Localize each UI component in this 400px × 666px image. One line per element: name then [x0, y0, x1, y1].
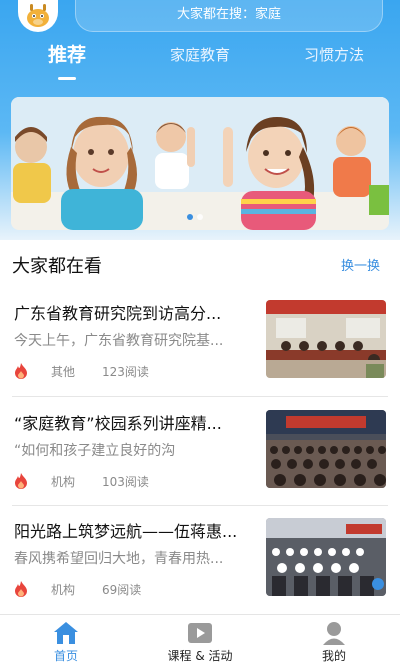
carousel-indicator [187, 205, 203, 224]
article-source: 其他 [51, 365, 76, 379]
user-icon [323, 622, 345, 645]
nav-courses-activities[interactable]: 课程 & 活动 [140, 615, 260, 666]
fire-icon [15, 473, 27, 489]
nav-home[interactable]: 首页 [6, 615, 126, 666]
nav-courses-label: 课程 & 活动 [167, 649, 233, 663]
article-title: “家庭教育”校园系列讲座精... [14, 414, 222, 433]
search-text: 大家都在搜：家庭 [176, 7, 281, 22]
article-read-count: 69阅读 [102, 583, 142, 597]
banner-carousel[interactable] [11, 97, 389, 230]
article-read-count: 123阅读 [102, 365, 149, 379]
tab-recommend[interactable]: 推荐 [40, 40, 94, 70]
article-item[interactable]: 阳光路上筑梦远航——伍蒋惠... 春风携希望回归大地，青春用热... 机构 69… [0, 518, 400, 626]
article-thumbnail [266, 410, 386, 488]
divider [12, 505, 388, 506]
video-icon [188, 623, 212, 643]
article-summary: 今天上午，广东省教育研究院基... [14, 333, 224, 349]
article-thumbnail [266, 518, 386, 596]
search-bar[interactable]: 大家都在搜：家庭 [75, 0, 383, 32]
article-source: 机构 [51, 475, 76, 489]
article-item[interactable]: “家庭教育”校园系列讲座精... “如何和孩子建立良好的沟 机构 103阅读 [0, 410, 400, 518]
tab-bar: 推荐 家庭教育 习惯方法 [0, 40, 400, 80]
article-title: 广东省教育研究院到访高分... [14, 304, 222, 323]
bottom-navigation: 首页 课程 & 活动 我的 [0, 614, 400, 666]
article-source: 机构 [51, 583, 76, 597]
article-title: 阳光路上筑梦远航——伍蒋惠... [14, 522, 238, 541]
app-logo[interactable] [18, 0, 58, 32]
header: 大家都在搜：家庭 推荐 家庭教育 习惯方法 [0, 0, 400, 240]
article-summary: “如何和孩子建立良好的沟 [14, 443, 176, 459]
tab-habit-methods[interactable]: 习惯方法 [294, 40, 374, 70]
nav-profile[interactable]: 我的 [274, 615, 394, 666]
carousel-dot-active[interactable] [187, 214, 193, 220]
article-summary: 春风携希望回归大地，青春用热... [14, 551, 224, 567]
section-header: 大家都在看 换一换 [0, 240, 400, 288]
article-read-count: 103阅读 [102, 475, 149, 489]
refresh-button[interactable]: 换一换 [341, 255, 380, 274]
fire-icon [15, 581, 27, 597]
giraffe-icon [27, 4, 49, 27]
nav-profile-label: 我的 [321, 649, 346, 663]
article-item[interactable]: 广东省教育研究院到访高分... 今天上午，广东省教育研究院基... 其他 123… [0, 300, 400, 408]
tab-family-education[interactable]: 家庭教育 [160, 40, 240, 70]
divider [12, 396, 388, 397]
section-title: 大家都在看 [12, 256, 102, 277]
nav-home-label: 首页 [53, 649, 78, 663]
active-tab-indicator [58, 77, 76, 80]
home-icon [54, 622, 78, 644]
fire-icon [15, 363, 27, 379]
carousel-dot[interactable] [197, 214, 203, 220]
article-thumbnail [266, 300, 386, 378]
